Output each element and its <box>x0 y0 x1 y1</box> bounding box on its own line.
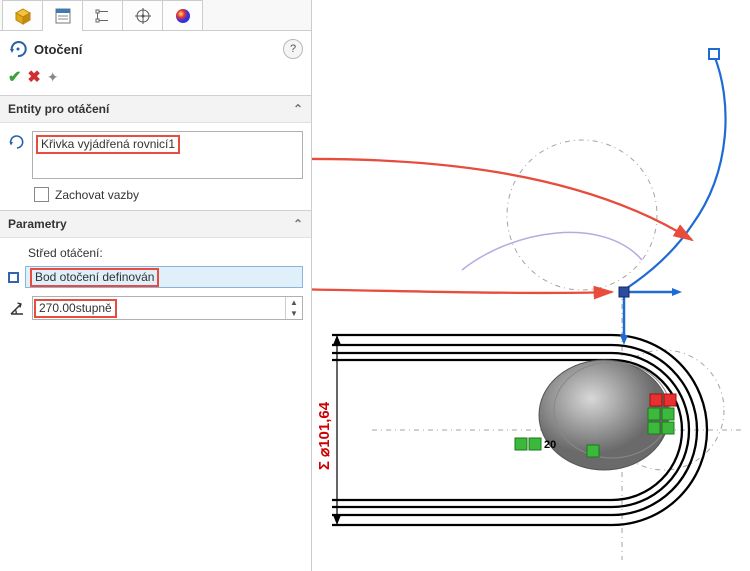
angle-icon <box>8 299 26 317</box>
angle-row: 270.00stupně ▲ ▼ <box>8 296 303 320</box>
keep-constraints-checkbox[interactable] <box>34 187 49 202</box>
entities-section-header[interactable]: Entity pro otáčení <box>0 95 311 123</box>
spin-down-icon[interactable]: ▼ <box>286 308 302 319</box>
angle-input[interactable]: 270.00stupně ▲ ▼ <box>32 296 303 320</box>
rotate-entity-icon <box>8 133 26 151</box>
center-point-input[interactable]: Bod otočení definován <box>25 266 303 288</box>
keep-constraints-row: Zachovat vazby <box>0 179 311 210</box>
angle-spinner[interactable]: ▲ ▼ <box>285 297 302 319</box>
params-section-body: Střed otáčení: Bod otočení definován 270… <box>0 238 311 328</box>
entities-list-box[interactable]: Křivka vyjádřená rovnicí1 <box>32 131 303 179</box>
feature-title: Otočení <box>34 42 82 57</box>
feature-title-row: Otočení ? <box>0 31 311 63</box>
graphics-viewport[interactable]: Σ ⌀101,64 20 <box>312 0 750 571</box>
confirm-row: ✔ ✖ ✦ <box>0 63 311 95</box>
property-manager-panel: Otočení ? ✔ ✖ ✦ Entity pro otáčení Křivk… <box>0 0 312 571</box>
tab-appearances[interactable] <box>162 0 203 30</box>
tab-feature-tree[interactable] <box>2 0 43 30</box>
chevron-up-icon <box>293 102 303 116</box>
tab-configuration[interactable] <box>82 0 123 30</box>
property-manager-tabs <box>0 0 311 31</box>
center-point-row: Bod otočení definován <box>8 266 303 288</box>
point-marker-icon <box>8 272 19 283</box>
chevron-up-icon <box>293 217 303 231</box>
pin-button[interactable]: ✦ <box>47 69 59 86</box>
help-button[interactable]: ? <box>283 39 303 59</box>
property-panel-icon <box>54 7 72 25</box>
params-section-header[interactable]: Parametry <box>0 210 311 238</box>
cancel-button[interactable]: ✖ <box>27 67 40 87</box>
cube-gold-icon <box>14 7 32 25</box>
svg-text:Σ ⌀101,64: Σ ⌀101,64 <box>316 401 333 470</box>
ok-button[interactable]: ✔ <box>8 67 21 87</box>
diameter-dimension: 101,64 <box>316 401 333 448</box>
tree-config-icon <box>94 7 112 25</box>
tab-dimxpert[interactable] <box>122 0 163 30</box>
sketch-note-value: 20 <box>544 439 556 451</box>
center-label: Střed otáčení: <box>8 242 303 266</box>
entities-selection-row: Křivka vyjádřená rovnicí1 <box>0 123 311 179</box>
keep-constraints-label: Zachovat vazby <box>55 188 139 202</box>
params-section-title: Parametry <box>8 217 67 231</box>
rotate-feature-icon <box>8 39 28 59</box>
tab-property-manager[interactable] <box>42 0 83 30</box>
spin-up-icon[interactable]: ▲ <box>286 297 302 308</box>
target-icon <box>134 7 152 25</box>
center-point-value: Bod otočení definován <box>30 268 159 287</box>
entity-item-0[interactable]: Křivka vyjádřená rovnicí1 <box>36 135 180 154</box>
angle-value: 270.00stupně <box>34 299 117 318</box>
color-ball-icon <box>174 7 192 25</box>
entities-section-title: Entity pro otáčení <box>8 102 109 116</box>
